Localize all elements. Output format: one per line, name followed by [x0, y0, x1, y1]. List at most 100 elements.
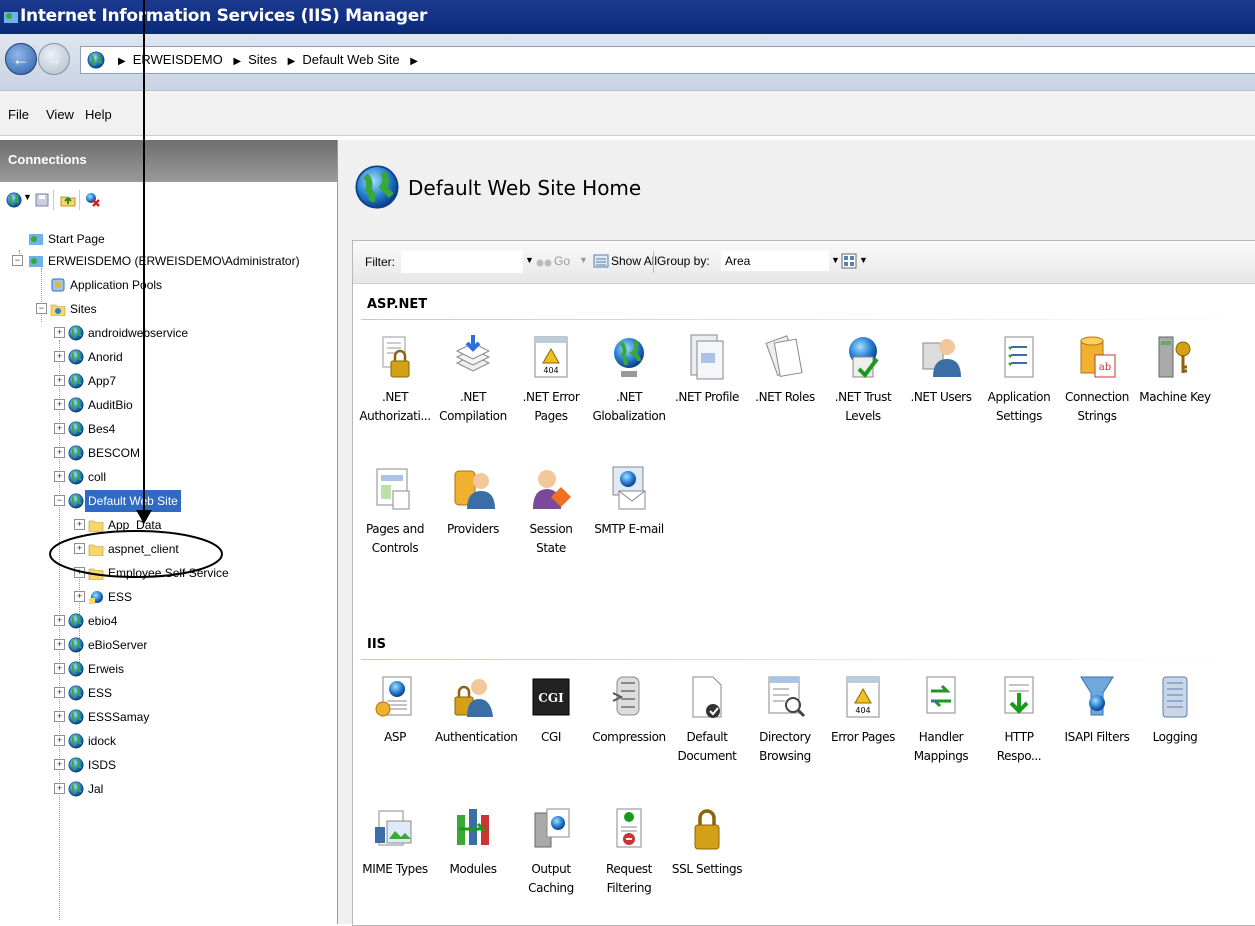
- feature-cache[interactable]: Output Caching: [513, 805, 589, 898]
- filter-input[interactable]: [401, 251, 523, 273]
- feature-label: Compression: [591, 728, 667, 747]
- globe-icon: [68, 349, 84, 365]
- pages-icon: [376, 468, 410, 510]
- go-button[interactable]: Go: [554, 254, 570, 268]
- collapse-icon[interactable]: −: [54, 495, 65, 506]
- expand-icon[interactable]: +: [54, 423, 65, 434]
- group-by-select[interactable]: Area: [721, 251, 829, 271]
- feature-warning-404[interactable]: 404 .NET Error Pages: [513, 333, 589, 426]
- disconnect-icon[interactable]: [85, 192, 101, 208]
- expand-icon[interactable]: +: [54, 759, 65, 770]
- feature-label: Machine Key: [1137, 388, 1213, 407]
- feature-globe[interactable]: .NET Globalization: [591, 333, 667, 426]
- application-icon: [89, 591, 103, 604]
- tree-label: Application Pools: [70, 278, 163, 292]
- feature-roles[interactable]: .NET Roles: [747, 333, 823, 407]
- feature-handler[interactable]: Handler Mappings: [903, 673, 979, 766]
- up-folder-icon[interactable]: [60, 192, 76, 208]
- breadcrumb-sites[interactable]: Sites: [248, 52, 277, 67]
- feature-label: .NET Trust Levels: [825, 388, 901, 426]
- view-mode-dropdown-icon[interactable]: ▼: [859, 255, 868, 265]
- feature-directory[interactable]: Directory Browsing: [747, 673, 823, 766]
- expand-icon[interactable]: +: [54, 327, 65, 338]
- save-icon[interactable]: [34, 192, 50, 208]
- feature-label: .NET Users: [903, 388, 979, 407]
- expand-icon[interactable]: +: [54, 471, 65, 482]
- breadcrumb[interactable]: ▶ ERWEISDEMO ▶ Sites ▶ Default Web Site ▶: [80, 46, 1255, 74]
- feature-label: .NET Roles: [747, 388, 823, 407]
- feature-label: .NET Error Pages: [513, 388, 589, 426]
- feature-key[interactable]: Machine Key: [1137, 333, 1213, 407]
- feature-db[interactable]: ab Connection Strings: [1059, 333, 1135, 426]
- feature-filter[interactable]: ISAPI Filters: [1059, 673, 1135, 747]
- go-dropdown-icon[interactable]: ▼: [579, 255, 588, 265]
- show-all-button[interactable]: Show All: [611, 254, 657, 268]
- feature-label: Request Filtering: [591, 860, 667, 898]
- globe-icon: [68, 397, 84, 413]
- feature-label-line1: .NET Trust: [834, 390, 892, 404]
- forward-button[interactable]: →: [38, 43, 70, 75]
- feature-cgi[interactable]: CGI CGI: [513, 673, 589, 747]
- feature-error-pages[interactable]: 404 Error Pages: [825, 673, 901, 747]
- feature-log[interactable]: Logging: [1137, 673, 1213, 747]
- expand-icon[interactable]: +: [54, 711, 65, 722]
- back-button[interactable]: ←: [5, 43, 37, 75]
- collapse-icon[interactable]: −: [36, 303, 47, 314]
- expand-icon[interactable]: +: [54, 447, 65, 458]
- menu-file[interactable]: File: [8, 107, 29, 122]
- feature-ssl[interactable]: SSL Settings: [669, 805, 745, 879]
- expand-icon[interactable]: +: [54, 735, 65, 746]
- view-mode-icon[interactable]: [841, 253, 857, 269]
- menu-help[interactable]: Help: [85, 107, 112, 122]
- collapse-icon[interactable]: −: [12, 255, 23, 266]
- feature-asp[interactable]: ASP: [357, 673, 433, 747]
- feature-profile[interactable]: .NET Profile: [669, 333, 745, 407]
- feature-label-line2: Compilation: [439, 409, 507, 423]
- expand-icon[interactable]: +: [74, 519, 85, 530]
- feature-label-line1: Providers: [446, 522, 500, 536]
- filter-dropdown-icon[interactable]: ▼: [525, 255, 534, 265]
- connect-globe-icon[interactable]: [6, 192, 22, 208]
- feature-lock[interactable]: .NET Authorizati...: [357, 333, 433, 426]
- feature-trust[interactable]: .NET Trust Levels: [825, 333, 901, 426]
- feature-session[interactable]: Session State: [513, 465, 589, 558]
- expand-icon[interactable]: +: [54, 351, 65, 362]
- feature-label-line2: Caching: [528, 881, 574, 895]
- feature-label-line1: Directory: [759, 730, 811, 744]
- expand-icon[interactable]: +: [54, 399, 65, 410]
- expand-icon[interactable]: +: [74, 591, 85, 602]
- feature-users[interactable]: .NET Users: [903, 333, 979, 407]
- breadcrumb-site[interactable]: Default Web Site: [302, 52, 399, 67]
- feature-compression[interactable]: Compression: [591, 673, 667, 747]
- feature-mime[interactable]: MIME Types: [357, 805, 433, 879]
- feature-providers[interactable]: Providers: [435, 465, 511, 539]
- feature-request[interactable]: Request Filtering: [591, 805, 667, 898]
- feature-settings-list[interactable]: Application Settings: [981, 333, 1057, 426]
- modules-icon: [457, 809, 489, 845]
- feature-label-line1: Pages and: [365, 522, 425, 536]
- breadcrumb-server[interactable]: ERWEISDEMO: [133, 52, 223, 67]
- breadcrumb-separator-icon[interactable]: ▶: [410, 56, 418, 67]
- feature-label-line1: Error Pages: [831, 730, 895, 744]
- feature-modules[interactable]: Modules: [435, 805, 511, 879]
- feature-label-line1: .NET: [381, 390, 409, 404]
- feature-label: CGI: [513, 728, 589, 747]
- feature-document[interactable]: Default Document: [669, 673, 745, 766]
- expand-icon[interactable]: +: [74, 567, 85, 578]
- expand-icon[interactable]: +: [54, 639, 65, 650]
- expand-icon[interactable]: +: [54, 687, 65, 698]
- feature-label-line2: Pages: [534, 409, 568, 423]
- expand-icon[interactable]: +: [54, 663, 65, 674]
- feature-auth[interactable]: Authentication: [435, 673, 518, 747]
- menu-view[interactable]: View: [46, 107, 74, 122]
- feature-stack[interactable]: .NET Compilation: [435, 333, 511, 426]
- feature-pages[interactable]: Pages and Controls: [357, 465, 433, 558]
- expand-icon[interactable]: +: [74, 543, 85, 554]
- feature-mail[interactable]: SMTP E-mail: [591, 465, 667, 539]
- expand-icon[interactable]: +: [54, 783, 65, 794]
- feature-http[interactable]: HTTP Respo...: [981, 673, 1057, 766]
- dropdown-arrow-icon[interactable]: ▼: [23, 192, 32, 202]
- expand-icon[interactable]: +: [54, 615, 65, 626]
- group-by-dropdown-icon[interactable]: ▼: [831, 255, 840, 265]
- expand-icon[interactable]: +: [54, 375, 65, 386]
